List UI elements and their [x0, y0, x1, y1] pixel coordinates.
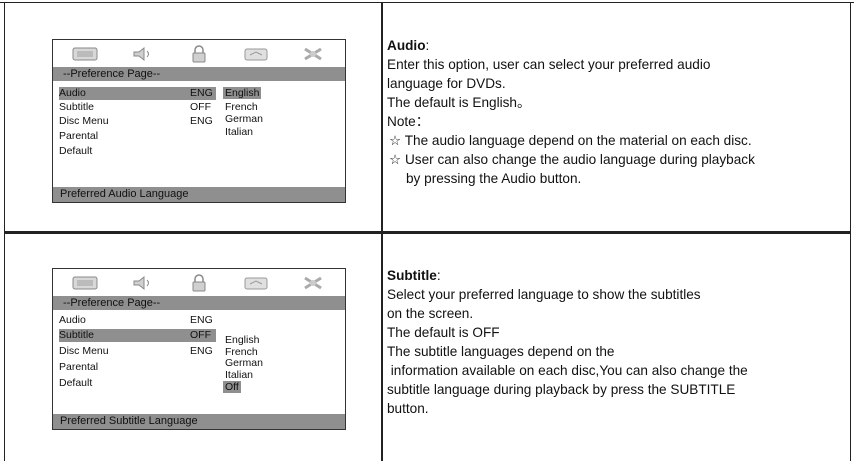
- description-line: Enter this option, user can select your …: [387, 57, 711, 72]
- menu-item-label: Parental: [59, 130, 99, 142]
- description-line: language for DVDs.: [387, 76, 506, 91]
- option-english[interactable]: English: [223, 334, 261, 346]
- option-french[interactable]: French: [223, 101, 260, 113]
- description-line: information available on each disc,You c…: [387, 363, 748, 378]
- table-top-border: [0, 2, 854, 3]
- lock-icon: [185, 44, 213, 63]
- description-line: The subtitle languages depend on the: [387, 344, 615, 359]
- subtitle-heading: Subtitle: [387, 268, 437, 283]
- menu-item-label: Audio: [59, 314, 86, 326]
- audio-osd-screen: --Preference Page-- Audio ENG Subtitle OFF…: [52, 39, 346, 203]
- menu-item-subtitle[interactable]: Subtitle OFF: [59, 329, 216, 342]
- lock-icon: [185, 273, 213, 292]
- description-line: The default is OFF: [387, 325, 500, 340]
- exit-icon: [299, 45, 327, 63]
- osd-status-bar: Preferred Subtitle Language: [53, 414, 345, 429]
- menu-item-label: Subtitle: [59, 101, 95, 113]
- menu-item-label: Subtitle: [59, 329, 95, 341]
- menu-item-value: ENG: [190, 314, 213, 326]
- menu-item-label: Disc Menu: [59, 345, 109, 357]
- osd-page-title: --Preference Page--: [53, 296, 345, 310]
- option-german[interactable]: German: [223, 357, 265, 369]
- menu-item-label: Default: [59, 377, 93, 389]
- audio-description: Audio: Enter this option, user can selec…: [387, 36, 755, 188]
- option-off[interactable]: Off: [223, 381, 241, 393]
- menu-item-label: Parental: [59, 361, 99, 373]
- menu-item-value: ENG: [190, 87, 213, 99]
- note-item: ☆ User can also change the audio languag…: [389, 152, 755, 167]
- heading-colon: :: [425, 38, 430, 53]
- menu-item-value: OFF: [190, 329, 211, 341]
- description-line: on the screen.: [387, 306, 474, 321]
- preference-icon: [242, 274, 270, 292]
- subtitle-description: Subtitle: Select your preferred language…: [387, 266, 748, 418]
- osd-icon-bar: [53, 269, 345, 296]
- osd-status-bar: Preferred Audio Language: [53, 187, 345, 202]
- description-line: subtitle language during playback by pre…: [387, 382, 736, 397]
- heading-colon: :: [436, 268, 441, 283]
- menu-item-label: Disc Menu: [59, 115, 109, 127]
- menu-item-value: OFF: [190, 101, 211, 113]
- menu-item-value: ENG: [190, 115, 213, 127]
- speaker-icon: [128, 274, 156, 292]
- description-line: Note：: [387, 114, 430, 129]
- preference-icon: [242, 45, 270, 63]
- option-english[interactable]: English: [223, 87, 262, 99]
- tv-display-icon: [71, 45, 99, 63]
- speaker-icon: [128, 45, 156, 63]
- description-line: Select your preferred language to show t…: [387, 287, 701, 302]
- option-german[interactable]: German: [223, 113, 265, 125]
- audio-heading: Audio: [387, 38, 426, 53]
- osd-icon-bar: [53, 40, 345, 67]
- menu-item-value: ENG: [190, 345, 213, 357]
- option-italian[interactable]: Italian: [223, 369, 255, 381]
- exit-icon: [299, 274, 327, 292]
- tv-display-icon: [71, 274, 99, 292]
- menu-item-label: Default: [59, 145, 93, 157]
- subtitle-osd-screen: --Preference Page-- Audio ENG Subtitle OFF…: [52, 268, 346, 430]
- menu-item-audio[interactable]: Audio ENG: [59, 87, 216, 100]
- menu-item-label: Audio: [59, 87, 86, 99]
- note-item-continuation: by pressing the Audio button.: [406, 171, 582, 186]
- osd-page-title: --Preference Page--: [53, 67, 345, 81]
- option-italian[interactable]: Italian: [223, 126, 255, 138]
- description-line: button.: [387, 401, 429, 416]
- description-line: The default is English。: [387, 95, 531, 110]
- note-item: ☆ The audio language depend on the mater…: [389, 133, 752, 148]
- table-row-divider: [4, 231, 851, 234]
